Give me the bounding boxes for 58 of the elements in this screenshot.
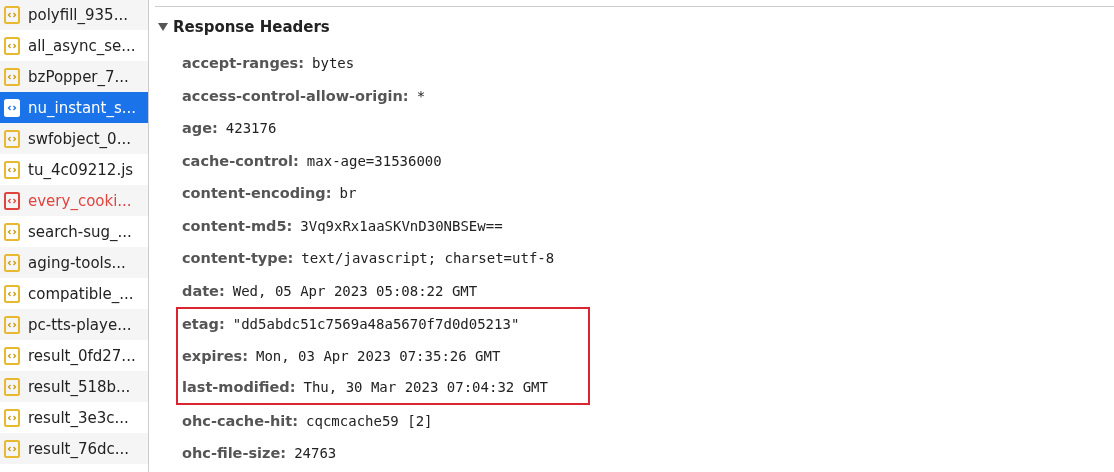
script-file-icon [4, 346, 20, 365]
script-file-icon [4, 284, 20, 303]
header-name: age: [182, 120, 218, 137]
header-value: cqcmcache59 [2] [306, 412, 433, 429]
script-file-icon [4, 160, 20, 179]
request-item[interactable]: swfobject_0... [0, 123, 148, 154]
header-name: content-encoding: [182, 185, 332, 202]
request-item[interactable]: every_cooki... [0, 185, 148, 216]
header-value: text/javascript; charset=utf-8 [301, 250, 555, 267]
script-file-icon [4, 253, 20, 272]
request-item[interactable]: compatible_... [0, 278, 148, 309]
section-header[interactable]: Response Headers [149, 7, 1114, 47]
header-name: ohc-file-size: [182, 445, 287, 462]
script-file-icon [4, 36, 20, 55]
header-name: access-control-allow-origin: [182, 87, 409, 104]
request-item[interactable]: pc-tts-playe... [0, 309, 148, 340]
script-file-icon [4, 67, 20, 86]
header-value: Thu, 30 Mar 2023 07:04:32 GMT [303, 379, 548, 396]
header-value: "dd5abdc51c7569a48a5670f7d0d05213" [232, 316, 520, 333]
request-item[interactable]: result_3e3c... [0, 402, 148, 433]
header-value: 24763 [294, 445, 337, 462]
header-name: etag: [182, 316, 225, 333]
request-item[interactable]: result_0fd27... [0, 340, 148, 371]
header-value: 3Vq9xRx1aaSKVnD30NBSEw== [300, 217, 503, 234]
header-name: date: [182, 282, 225, 299]
header-value: bytes [312, 55, 355, 72]
script-file-icon [4, 98, 20, 117]
script-file-icon [4, 5, 20, 24]
header-name: expires: [182, 347, 248, 364]
script-file-icon [4, 408, 20, 427]
header-value: br [339, 185, 357, 202]
script-file-icon [4, 315, 20, 334]
request-item[interactable]: aging-tools... [0, 247, 148, 278]
header-value: Mon, 03 Apr 2023 07:35:26 GMT [255, 347, 501, 364]
header-value: 423176 [225, 120, 277, 137]
script-file-icon [4, 439, 20, 458]
header-name: cache-control: [182, 152, 299, 169]
header-name: last-modified: [182, 379, 296, 396]
request-item[interactable]: tu_4c09212.js [0, 154, 148, 185]
request-item[interactable]: bzPopper_7... [0, 61, 148, 92]
header-name: content-md5: [182, 217, 293, 234]
header-name: ohc-cache-hit: [182, 412, 299, 429]
header-value: Wed, 05 Apr 2023 05:08:22 GMT [232, 282, 478, 299]
header-value: * [416, 87, 426, 104]
request-item[interactable]: result_518b... [0, 371, 148, 402]
script-file-icon [4, 222, 20, 241]
script-file-icon [4, 191, 20, 210]
triangle-icon [158, 22, 168, 32]
script-file-icon [4, 377, 20, 396]
request-item[interactable]: polyfill_935... [0, 0, 148, 30]
request-item[interactable]: nu_instant_s... [0, 92, 148, 123]
script-file-icon [4, 129, 20, 148]
header-name: content-type: [182, 250, 294, 267]
request-item[interactable]: result_76dc... [0, 433, 148, 464]
header-name: accept-ranges: [182, 55, 305, 72]
header-value: max-age=31536000 [306, 152, 442, 169]
request-item[interactable]: all_async_se... [0, 30, 148, 61]
request-item[interactable]: search-sug_... [0, 216, 148, 247]
